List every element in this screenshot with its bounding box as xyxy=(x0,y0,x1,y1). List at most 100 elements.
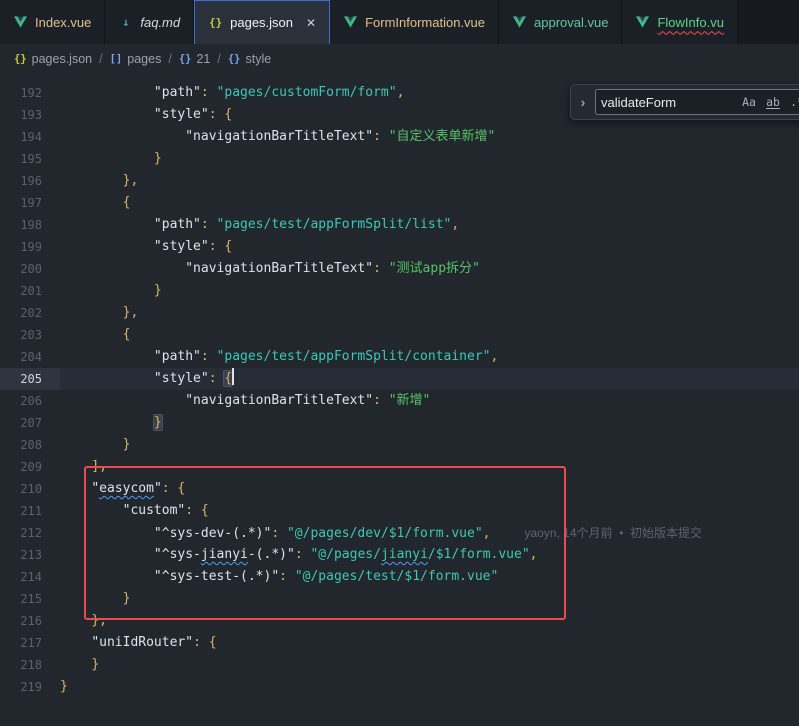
code-area: 192 "path": "pages/customForm/form",193 … xyxy=(0,82,799,698)
code-line: 200 "navigationBarTitleText": "测试app拆分" xyxy=(0,258,799,280)
line-number[interactable]: 202 xyxy=(0,302,60,324)
line-number[interactable]: 197 xyxy=(0,192,60,214)
markdown-icon: ↓ xyxy=(118,15,133,29)
line-number[interactable]: 211 xyxy=(0,500,60,522)
code-line: 202 }, xyxy=(0,302,799,324)
line-text[interactable]: "path": "pages/test/appFormSplit/contain… xyxy=(60,346,498,368)
breadcrumb-separator: / xyxy=(99,52,102,66)
line-number[interactable]: 212 xyxy=(0,522,60,544)
tab-label: Index.vue xyxy=(35,15,91,30)
editor: 192 "path": "pages/customForm/form",193 … xyxy=(0,74,799,726)
line-number[interactable]: 200 xyxy=(0,258,60,280)
breadcrumb-item-style[interactable]: {}style xyxy=(228,52,271,66)
line-number[interactable]: 196 xyxy=(0,170,60,192)
tab-approval-vue[interactable]: approval.vue xyxy=(499,0,622,44)
line-number[interactable]: 217 xyxy=(0,632,60,654)
breadcrumb-item-pages[interactable]: []pages xyxy=(110,52,162,66)
line-number[interactable]: 214 xyxy=(0,566,60,588)
line-number[interactable]: 198 xyxy=(0,214,60,236)
breadcrumb-label: pages xyxy=(127,52,161,66)
close-icon[interactable]: ✕ xyxy=(306,16,316,30)
tab-forminformation-vue[interactable]: FormInformation.vue xyxy=(330,0,499,44)
line-number[interactable]: 206 xyxy=(0,390,60,412)
tab-index-vue[interactable]: Index.vue xyxy=(0,0,105,44)
line-text[interactable]: "path": "pages/test/appFormSplit/list", xyxy=(60,214,459,236)
chevron-right-icon[interactable]: › xyxy=(577,94,589,110)
line-number[interactable]: 208 xyxy=(0,434,60,456)
line-text[interactable]: "^sys-test-(.*)": "@/pages/test/$1/form.… xyxy=(60,566,498,588)
line-text[interactable]: "path": "pages/customForm/form", xyxy=(60,82,404,104)
code-line: 199 "style": { xyxy=(0,236,799,258)
code-line: 203 { xyxy=(0,324,799,346)
breadcrumb-label: pages.json xyxy=(32,52,92,66)
line-number[interactable]: 215 xyxy=(0,588,60,610)
find-input[interactable]: validateForm Aa ab .* xyxy=(595,89,799,115)
line-number[interactable]: 218 xyxy=(0,654,60,676)
symbol-icon: {} xyxy=(14,53,27,65)
tab-faq-md[interactable]: ↓faq.md xyxy=(105,0,194,44)
line-text[interactable]: }, xyxy=(60,610,107,632)
line-number[interactable]: 192 xyxy=(0,82,60,104)
line-number[interactable]: 207 xyxy=(0,412,60,434)
code-line: 205 "style": { xyxy=(0,368,799,390)
line-number[interactable]: 216 xyxy=(0,610,60,632)
tab-pages-json[interactable]: {}pages.json✕ xyxy=(194,0,330,44)
line-number[interactable]: 210 xyxy=(0,478,60,500)
code-line: 218 } xyxy=(0,654,799,676)
line-text[interactable]: } xyxy=(60,676,68,698)
line-number[interactable]: 195 xyxy=(0,148,60,170)
line-text[interactable]: "^sys-jianyi-(.*)": "@/pages/jianyi/$1/f… xyxy=(60,544,537,566)
line-text[interactable]: "navigationBarTitleText": "测试app拆分" xyxy=(60,258,480,280)
line-text[interactable]: "easycom": { xyxy=(60,478,185,500)
line-text[interactable]: "^sys-dev-(.*)": "@/pages/dev/$1/form.vu… xyxy=(60,522,702,544)
line-number[interactable]: 209 xyxy=(0,456,60,478)
code-line: 216 }, xyxy=(0,610,799,632)
line-text[interactable]: "navigationBarTitleText": "新增" xyxy=(60,390,430,412)
line-number[interactable]: 213 xyxy=(0,544,60,566)
breadcrumb-item-pages-json[interactable]: {} pages.json xyxy=(14,52,92,66)
line-text[interactable]: } xyxy=(60,148,162,170)
code-line: 210 "easycom": { xyxy=(0,478,799,500)
whole-word-icon[interactable]: ab xyxy=(763,92,783,112)
json-icon: {} xyxy=(208,16,223,29)
line-text[interactable]: { xyxy=(60,324,130,346)
line-text[interactable]: "style": { xyxy=(60,368,234,390)
line-number[interactable]: 219 xyxy=(0,676,60,698)
vue-icon xyxy=(343,16,358,28)
line-number[interactable]: 199 xyxy=(0,236,60,258)
code-line: 207 } xyxy=(0,412,799,434)
breadcrumb-separator: / xyxy=(168,52,171,66)
code-line: 208 } xyxy=(0,434,799,456)
line-number[interactable]: 193 xyxy=(0,104,60,126)
vue-icon xyxy=(13,16,28,28)
line-number[interactable]: 194 xyxy=(0,126,60,148)
tab-label: FormInformation.vue xyxy=(365,15,485,30)
line-number[interactable]: 204 xyxy=(0,346,60,368)
tab-flowinfo-vu[interactable]: FlowInfo.vu xyxy=(622,0,737,44)
line-text[interactable]: } xyxy=(60,434,130,456)
match-case-icon[interactable]: Aa xyxy=(739,92,759,112)
line-text[interactable]: "navigationBarTitleText": "自定义表单新增" xyxy=(60,126,495,148)
find-widget: › validateForm Aa ab .* xyxy=(570,84,799,120)
line-text[interactable]: } xyxy=(60,412,162,434)
line-text[interactable]: }, xyxy=(60,170,138,192)
line-text[interactable]: } xyxy=(60,654,99,676)
line-text[interactable]: { xyxy=(60,192,130,214)
line-text[interactable]: "custom": { xyxy=(60,500,209,522)
regex-icon[interactable]: .* xyxy=(787,92,799,112)
line-text[interactable]: "style": { xyxy=(60,236,232,258)
line-text[interactable]: } xyxy=(60,280,162,302)
line-text[interactable]: ], xyxy=(60,456,107,478)
breadcrumb-item-21[interactable]: {}21 xyxy=(179,52,211,66)
line-text[interactable]: "uniIdRouter": { xyxy=(60,632,217,654)
line-number[interactable]: 205 xyxy=(0,368,60,390)
line-number[interactable]: 203 xyxy=(0,324,60,346)
line-text[interactable]: }, xyxy=(60,302,138,324)
find-query[interactable]: validateForm xyxy=(601,95,735,110)
line-number[interactable]: 201 xyxy=(0,280,60,302)
breadcrumb: {} pages.json / []pages / {}21 / {}style xyxy=(0,44,799,74)
line-text[interactable]: } xyxy=(60,588,130,610)
breadcrumb-separator: / xyxy=(217,52,220,66)
line-text[interactable]: "style": { xyxy=(60,104,232,126)
editor-window: Index.vue↓faq.md{}pages.json✕FormInforma… xyxy=(0,0,799,726)
